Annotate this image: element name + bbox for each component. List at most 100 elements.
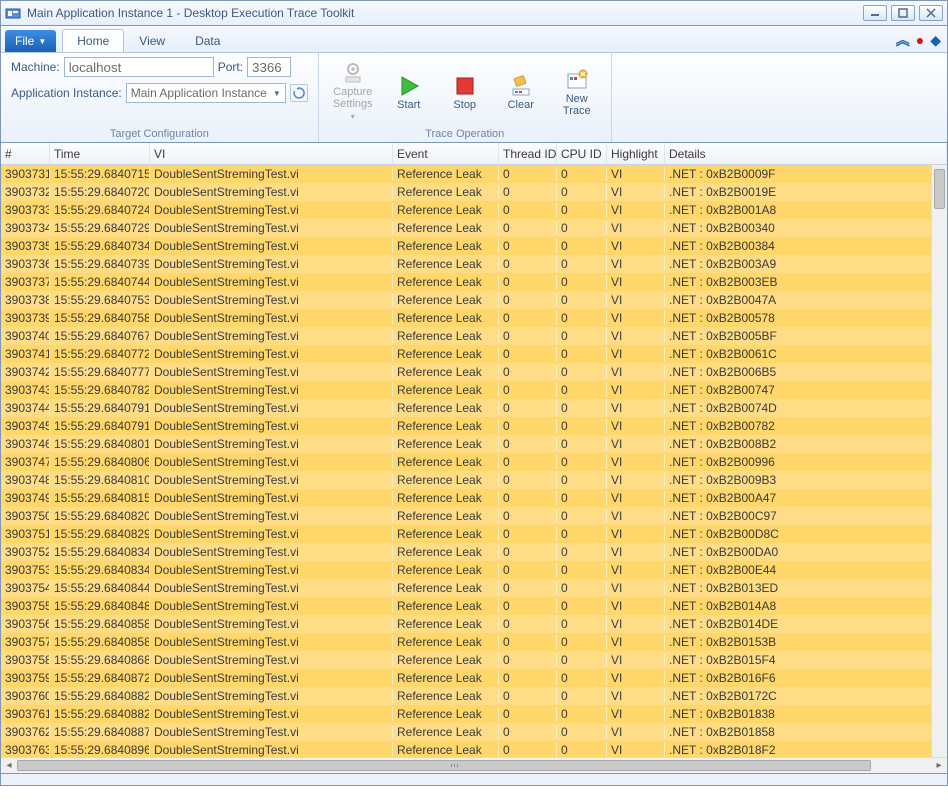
table-row[interactable]: 390374715:55:29.6840806DoubleSentStremin… [1,453,947,471]
vertical-scrollbar[interactable] [931,165,947,757]
col-header-vi[interactable]: VI [150,143,393,164]
table-row[interactable]: 390375615:55:29.6840858DoubleSentStremin… [1,615,947,633]
col-header-time[interactable]: Time [50,143,150,164]
cell-vi: DoubleSentStremingTest.vi [150,167,393,181]
cell-num: 3903758 [1,653,50,667]
cell-vi: DoubleSentStremingTest.vi [150,401,393,415]
new-trace-icon [554,67,600,93]
cell-hl: VI [607,185,665,199]
table-row[interactable]: 390374815:55:29.6840810DoubleSentStremin… [1,471,947,489]
scroll-thumb[interactable] [934,169,945,209]
table-row[interactable]: 390376315:55:29.6840896DoubleSentStremin… [1,741,947,757]
table-row[interactable]: 390375715:55:29.6840858DoubleSentStremin… [1,633,947,651]
refresh-button[interactable] [290,84,308,102]
cell-time: 15:55:29.6840791 [50,419,150,433]
table-row[interactable]: 390374415:55:29.6840791DoubleSentStremin… [1,399,947,417]
table-row[interactable]: 390375215:55:29.6840834DoubleSentStremin… [1,543,947,561]
cell-details: .NET : 0xB2B018F2 [665,743,947,757]
gear-icon [330,60,376,86]
table-row[interactable]: 390373515:55:29.6840734DoubleSentStremin… [1,237,947,255]
tab-home[interactable]: Home [62,29,124,52]
cell-hl: VI [607,239,665,253]
cell-hl: VI [607,257,665,271]
col-header-thread[interactable]: Thread ID [499,143,557,164]
cell-details: .NET : 0xB2B01838 [665,707,947,721]
cell-cpu: 0 [557,365,607,379]
stop-button[interactable]: Stop [441,70,489,114]
close-button[interactable] [919,5,943,21]
col-header-event[interactable]: Event [393,143,499,164]
capture-settings-button[interactable]: Capture Settings ▾ [329,57,377,126]
cell-event: Reference Leak [393,725,499,739]
scroll-left-arrow[interactable]: ◂ [1,760,17,771]
cell-hl: VI [607,167,665,181]
table-row[interactable]: 390373815:55:29.6840753DoubleSentStremin… [1,291,947,309]
cell-cpu: 0 [557,293,607,307]
table-row[interactable]: 390376115:55:29.6840882DoubleSentStremin… [1,705,947,723]
clear-button[interactable]: Clear [497,70,545,114]
group-trace-label: Trace Operation [329,126,601,140]
maximize-button[interactable] [891,5,915,21]
cell-event: Reference Leak [393,689,499,703]
table-row[interactable]: 390374315:55:29.6840782DoubleSentStremin… [1,381,947,399]
table-row[interactable]: 390373215:55:29.6840720DoubleSentStremin… [1,183,947,201]
table-row[interactable]: 390375015:55:29.6840820DoubleSentStremin… [1,507,947,525]
grid-body[interactable]: 390373115:55:29.6840715DoubleSentStremin… [1,165,947,757]
table-row[interactable]: 390374515:55:29.6840791DoubleSentStremin… [1,417,947,435]
file-menu[interactable]: File▼ [5,30,56,52]
col-header-num[interactable]: # [1,143,50,164]
cell-vi: DoubleSentStremingTest.vi [150,689,393,703]
new-trace-button[interactable]: New Trace [553,64,601,120]
port-input[interactable] [247,57,291,77]
record-indicator-icon[interactable]: ● [916,32,924,48]
cell-details: .NET : 0xB2B001A8 [665,203,947,217]
table-row[interactable]: 390373315:55:29.6840724DoubleSentStremin… [1,201,947,219]
cell-cpu: 0 [557,491,607,505]
table-row[interactable]: 390375815:55:29.6840868DoubleSentStremin… [1,651,947,669]
cell-cpu: 0 [557,203,607,217]
start-button[interactable]: Start [385,70,433,114]
collapse-ribbon-icon[interactable]: ︽ [896,30,910,50]
table-row[interactable]: 390374215:55:29.6840777DoubleSentStremin… [1,363,947,381]
cell-thread: 0 [499,725,557,739]
tab-data[interactable]: Data [180,29,235,52]
help-icon[interactable]: ◆ [930,32,941,49]
table-row[interactable]: 390373615:55:29.6840739DoubleSentStremin… [1,255,947,273]
table-row[interactable]: 390375915:55:29.6840872DoubleSentStremin… [1,669,947,687]
table-row[interactable]: 390375515:55:29.6840848DoubleSentStremin… [1,597,947,615]
table-row[interactable]: 390373115:55:29.6840715DoubleSentStremin… [1,165,947,183]
cell-hl: VI [607,491,665,505]
table-row[interactable]: 390373715:55:29.6840744DoubleSentStremin… [1,273,947,291]
cell-time: 15:55:29.6840882 [50,689,150,703]
scroll-thumb[interactable] [17,760,871,771]
horizontal-scrollbar[interactable]: ◂ ▸ [1,757,947,773]
table-row[interactable]: 390375315:55:29.6840834DoubleSentStremin… [1,561,947,579]
machine-label: Machine: [11,60,60,74]
col-header-cpu[interactable]: CPU ID [557,143,607,164]
col-header-details[interactable]: Details [665,143,947,164]
table-row[interactable]: 390373415:55:29.6840729DoubleSentStremin… [1,219,947,237]
cell-details: .NET : 0xB2B014DE [665,617,947,631]
machine-input[interactable] [64,57,214,77]
cell-vi: DoubleSentStremingTest.vi [150,383,393,397]
table-row[interactable]: 390374115:55:29.6840772DoubleSentStremin… [1,345,947,363]
cell-cpu: 0 [557,509,607,523]
table-row[interactable]: 390374615:55:29.6840801DoubleSentStremin… [1,435,947,453]
table-row[interactable]: 390374015:55:29.6840767DoubleSentStremin… [1,327,947,345]
table-row[interactable]: 390376015:55:29.6840882DoubleSentStremin… [1,687,947,705]
cell-event: Reference Leak [393,347,499,361]
table-row[interactable]: 390373915:55:29.6840758DoubleSentStremin… [1,309,947,327]
cell-cpu: 0 [557,311,607,325]
cell-thread: 0 [499,653,557,667]
appinstance-combo[interactable]: Main Application Instance ▼ [126,83,286,103]
table-row[interactable]: 390375115:55:29.6840829DoubleSentStremin… [1,525,947,543]
table-row[interactable]: 390374915:55:29.6840815DoubleSentStremin… [1,489,947,507]
scroll-right-arrow[interactable]: ▸ [931,760,947,771]
table-row[interactable]: 390375415:55:29.6840844DoubleSentStremin… [1,579,947,597]
tab-view[interactable]: View [124,29,180,52]
minimize-button[interactable] [863,5,887,21]
cell-event: Reference Leak [393,671,499,685]
cell-vi: DoubleSentStremingTest.vi [150,653,393,667]
col-header-highlight[interactable]: Highlight [607,143,665,164]
table-row[interactable]: 390376215:55:29.6840887DoubleSentStremin… [1,723,947,741]
